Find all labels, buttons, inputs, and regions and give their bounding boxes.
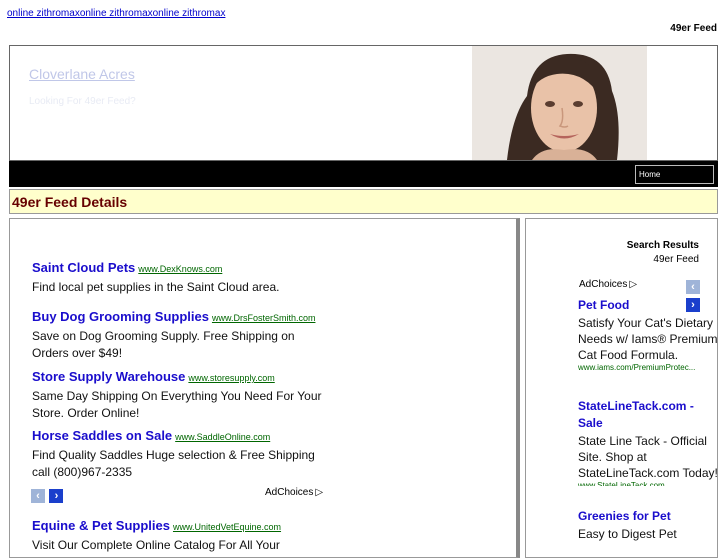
- adchoices-label: AdChoices: [579, 279, 628, 290]
- ad-title[interactable]: Equine & Pet Supplies: [32, 518, 170, 533]
- ad-title[interactable]: Buy Dog Grooming Supplies: [32, 309, 209, 324]
- site-tagline: Looking For 49er Feed?: [29, 96, 136, 107]
- section-title: 49er Feed Details: [12, 194, 128, 210]
- ad-description: Satisfy Your Cat's Dietary Needs w/ Iams…: [578, 316, 718, 362]
- site-header: Cloverlane Acres Looking For 49er Feed?: [9, 45, 718, 161]
- ad-pager: ‹ ›: [31, 487, 64, 505]
- ad-description: Visit Our Complete Online Catalog For Al…: [32, 538, 280, 552]
- nav-home-button[interactable]: Home: [635, 165, 714, 184]
- ad-title[interactable]: Pet Food: [578, 297, 717, 314]
- header-portrait-image: [472, 46, 647, 160]
- sidebar-subtitle: 49er Feed: [653, 254, 699, 265]
- ad-title[interactable]: Store Supply Warehouse: [32, 369, 185, 384]
- ad-url[interactable]: www.SaddleOnline.com: [175, 432, 270, 442]
- sidebar-ad-unit[interactable]: Pet Food Satisfy Your Cat's Dietary Need…: [578, 297, 718, 372]
- sidebar-title: Search Results: [626, 240, 699, 251]
- ad-description: Save on Dog Grooming Supply. Free Shippi…: [32, 329, 295, 360]
- ad-description: Same Day Shipping On Everything You Need…: [32, 389, 322, 420]
- ad-description: State Line Tack - Official Site. Shop at…: [578, 434, 718, 480]
- top-link-bar: online zithromaxonline zithromaxonline z…: [7, 8, 225, 19]
- ad-url[interactable]: www.StateLineTack.com: [578, 481, 717, 486]
- ad-url[interactable]: www.DexKnows.com: [138, 264, 222, 274]
- adchoices-triangle-icon: ▷: [315, 487, 324, 498]
- ad-title[interactable]: Saint Cloud Pets: [32, 260, 135, 275]
- chevron-left-icon[interactable]: ‹: [31, 488, 45, 503]
- site-title-link[interactable]: Cloverlane Acres: [29, 66, 135, 82]
- ad-unit[interactable]: Buy Dog Grooming Supplies www.DrsFosterSm…: [32, 308, 332, 362]
- ad-unit[interactable]: Saint Cloud Pets www.DexKnows.com Find lo…: [32, 259, 332, 296]
- ad-url[interactable]: www.storesupply.com: [188, 373, 274, 383]
- ad-title[interactable]: Greenies for Pet: [578, 508, 717, 525]
- ad-title[interactable]: StateLineTack.com - Sale: [578, 398, 717, 432]
- sidebar-ad-unit[interactable]: StateLineTack.com - Sale State Line Tack…: [578, 398, 718, 486]
- main-navbar: Home: [9, 161, 718, 187]
- top-right-keyword: 49er Feed: [670, 23, 717, 34]
- ad-unit[interactable]: Store Supply Warehouse www.storesupply.co…: [32, 368, 332, 422]
- ad-url[interactable]: www.iams.com/PremiumProtec...: [578, 363, 717, 372]
- chevron-left-icon[interactable]: ‹: [686, 279, 700, 294]
- adchoices-label: AdChoices: [265, 487, 314, 498]
- sidebar-ad-unit[interactable]: Greenies for Pet Easy to Digest Pet: [578, 508, 717, 542]
- adchoices-link[interactable]: AdChoices ▷: [579, 279, 637, 290]
- top-link-zithromax[interactable]: online zithromaxonline zithromaxonline z…: [7, 8, 225, 19]
- ad-description: Find Quality Saddles Huge selection & Fr…: [32, 448, 315, 479]
- ad-title[interactable]: Horse Saddles on Sale: [32, 428, 172, 443]
- ad-unit[interactable]: Equine & Pet Supplies www.UnitedVetEquine…: [32, 517, 332, 554]
- sidebar-heading: Search Results 49er Feed: [627, 239, 699, 267]
- ad-description: Easy to Digest Pet: [578, 527, 677, 541]
- ad-description: Find local pet supplies in the Saint Clo…: [32, 280, 280, 294]
- sidebar: Search Results 49er Feed AdChoices ▷ ‹ › …: [525, 218, 718, 558]
- adchoices-link[interactable]: AdChoices ▷: [265, 487, 323, 498]
- ad-unit[interactable]: Horse Saddles on Sale www.SaddleOnline.co…: [32, 427, 332, 481]
- section-header: 49er Feed Details: [9, 189, 718, 214]
- ad-url[interactable]: www.UnitedVetEquine.com: [173, 522, 281, 532]
- chevron-right-icon[interactable]: ›: [49, 488, 64, 503]
- adchoices-triangle-icon: ▷: [629, 279, 638, 290]
- ad-url[interactable]: www.DrsFosterSmith.com: [212, 313, 316, 323]
- main-ad-column: Saint Cloud Pets www.DexKnows.com Find lo…: [9, 218, 520, 558]
